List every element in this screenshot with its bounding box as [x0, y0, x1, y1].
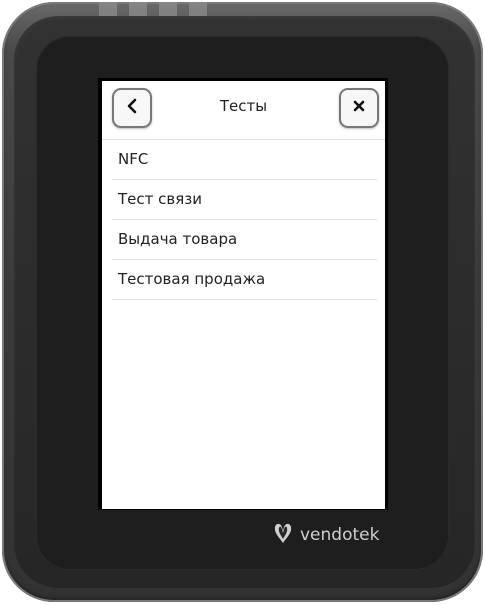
close-button[interactable]: [339, 88, 379, 128]
menu-item-connection-test[interactable]: Тест связи: [112, 180, 377, 220]
menu-item-nfc[interactable]: NFC: [112, 140, 377, 180]
menu-item-test-sale[interactable]: Тестовая продажа: [112, 260, 377, 300]
vendotek-logo-icon: [272, 521, 294, 550]
menu-item-item-dispense[interactable]: Выдача товара: [112, 220, 377, 260]
tests-menu: NFC Тест связи Выдача товара Тестовая пр…: [102, 140, 385, 300]
screen-frame: Тесты NFC Тест связи Выдача товара Тесто…: [98, 78, 388, 510]
brand-logo: vendotek: [272, 518, 379, 552]
display: Тесты NFC Тест связи Выдача товара Тесто…: [102, 81, 385, 509]
brand-name: vendotek: [300, 525, 380, 545]
header-bar: Тесты: [102, 81, 385, 140]
close-icon: [352, 99, 366, 117]
